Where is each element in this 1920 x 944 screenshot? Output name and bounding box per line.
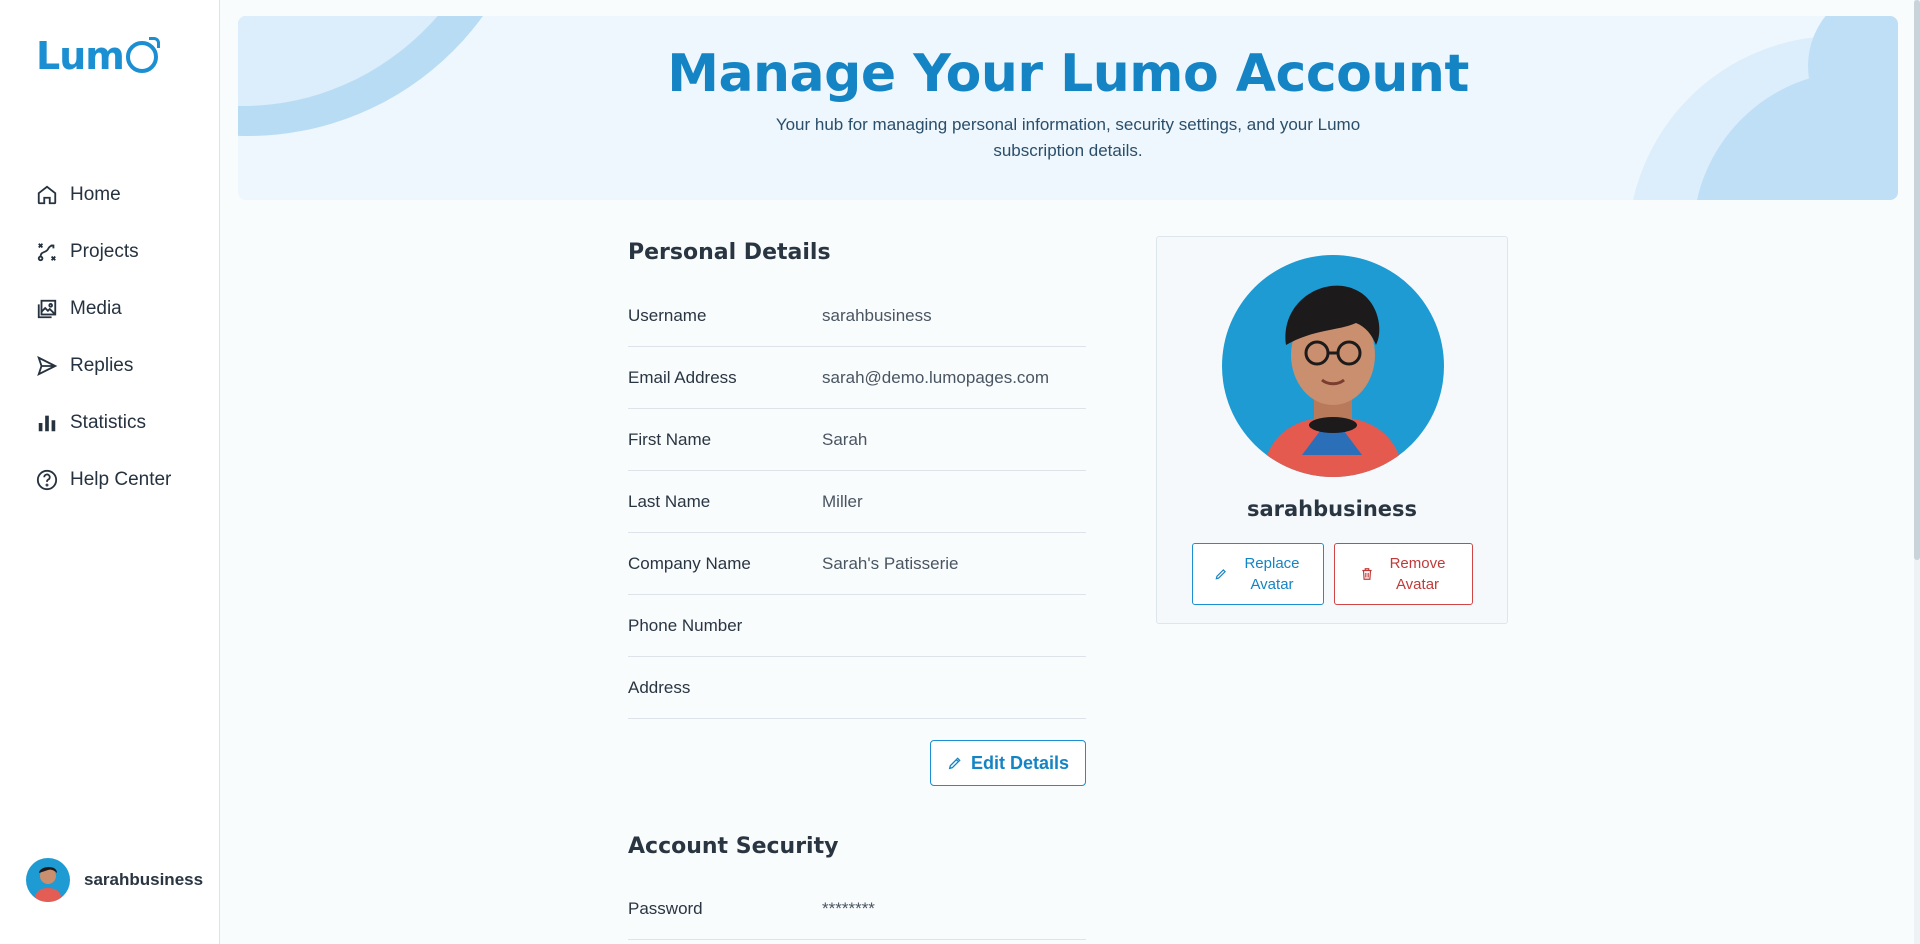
image-icon [37,299,57,318]
home-icon [37,185,57,204]
detail-label: Company Name [628,553,751,573]
page-header: Manage Your Lumo Account Your hub for ma… [238,16,1898,200]
scrollbar-thumb[interactable] [1914,0,1920,560]
personal-details-title: Personal Details [628,240,831,265]
profile-username: sarahbusiness [1246,497,1418,521]
detail-label: Email Address [628,367,737,387]
user-menu[interactable]: sarahbusiness [26,858,203,902]
detail-label: Address [628,677,691,697]
sidebar-nav: Home Projects Media Replies Statistics H… [36,166,171,508]
detail-label: Last Name [628,491,711,511]
sidebar: Lum Home Projects Media Replies Statisti… [0,0,220,944]
sidebar-item-label: Media [70,297,122,319]
detail-row-email: Email Address sarah@demo.lumopages.com [628,347,1086,409]
account-security-list: Password ******** [628,878,1086,940]
detail-value: sarah@demo.lumopages.com [822,367,1050,387]
avatar [26,858,70,902]
sidebar-item-replies[interactable]: Replies [36,337,171,394]
sidebar-item-label: Statistics [70,411,147,433]
detail-value: Miller [822,491,863,511]
detail-value: ******** [822,898,875,918]
detail-row-password: Password ******** [628,878,1086,940]
detail-row-company-name: Company Name Sarah's Patisserie [628,533,1086,595]
sidebar-item-projects[interactable]: Projects [36,223,171,280]
page-scrollbar[interactable] [1914,0,1920,944]
help-circle-icon [36,469,58,490]
personal-details-list: Username sarahbusiness Email Address sarah… [628,285,1086,719]
replace-avatar-button[interactable]: Replace Avatar [1192,543,1324,605]
detail-value: Sarah [822,429,868,449]
sidebar-item-label: Replies [70,354,134,376]
page-subtitle: Your hub for managing personal informati… [775,115,1361,160]
page-title: Manage Your Lumo Account [667,44,1469,104]
profile-card: sarahbusiness Replace Avatar Remove Avat… [1156,236,1508,624]
projects-icon [37,242,56,261]
detail-row-first-name: First Name Sarah [628,409,1086,471]
detail-row-last-name: Last Name Miller [628,471,1086,533]
detail-value: sarahbusiness [822,305,932,325]
sidebar-item-home[interactable]: Home [36,166,171,223]
detail-row-username: Username sarahbusiness [628,285,1086,347]
replace-avatar-label: Replace Avatar [1244,555,1300,593]
remove-avatar-label: Remove Avatar [1389,555,1446,593]
account-security-title: Account Security [628,834,839,859]
edit-details-label: Edit Details [970,752,1070,773]
sidebar-item-label: Projects [70,240,139,262]
detail-value: Sarah's Patisserie [822,553,959,573]
detail-label: Password [628,898,703,918]
sidebar-item-help-center[interactable]: Help Center [36,451,171,508]
pencil-icon [1215,569,1226,580]
sidebar-username: sarahbusiness [84,870,204,889]
sidebar-item-label: Home [70,183,121,205]
detail-label: Phone Number [628,615,743,635]
pencil-icon [948,757,961,770]
lumo-logo[interactable]: Lum [36,34,160,78]
remove-avatar-button[interactable]: Remove Avatar [1334,543,1473,605]
sidebar-item-label: Help Center [70,468,172,490]
sidebar-item-statistics[interactable]: Statistics [36,394,171,451]
bar-chart-icon [38,415,56,431]
detail-label: Username [628,305,707,325]
detail-label: First Name [628,429,712,449]
send-icon [37,355,58,376]
detail-row-address: Address [628,657,1086,719]
detail-row-phone-number: Phone Number [628,595,1086,657]
profile-avatar [1222,255,1444,477]
trash-icon [1361,568,1372,580]
edit-details-button[interactable]: Edit Details [930,740,1086,786]
sidebar-item-media[interactable]: Media [36,280,171,337]
